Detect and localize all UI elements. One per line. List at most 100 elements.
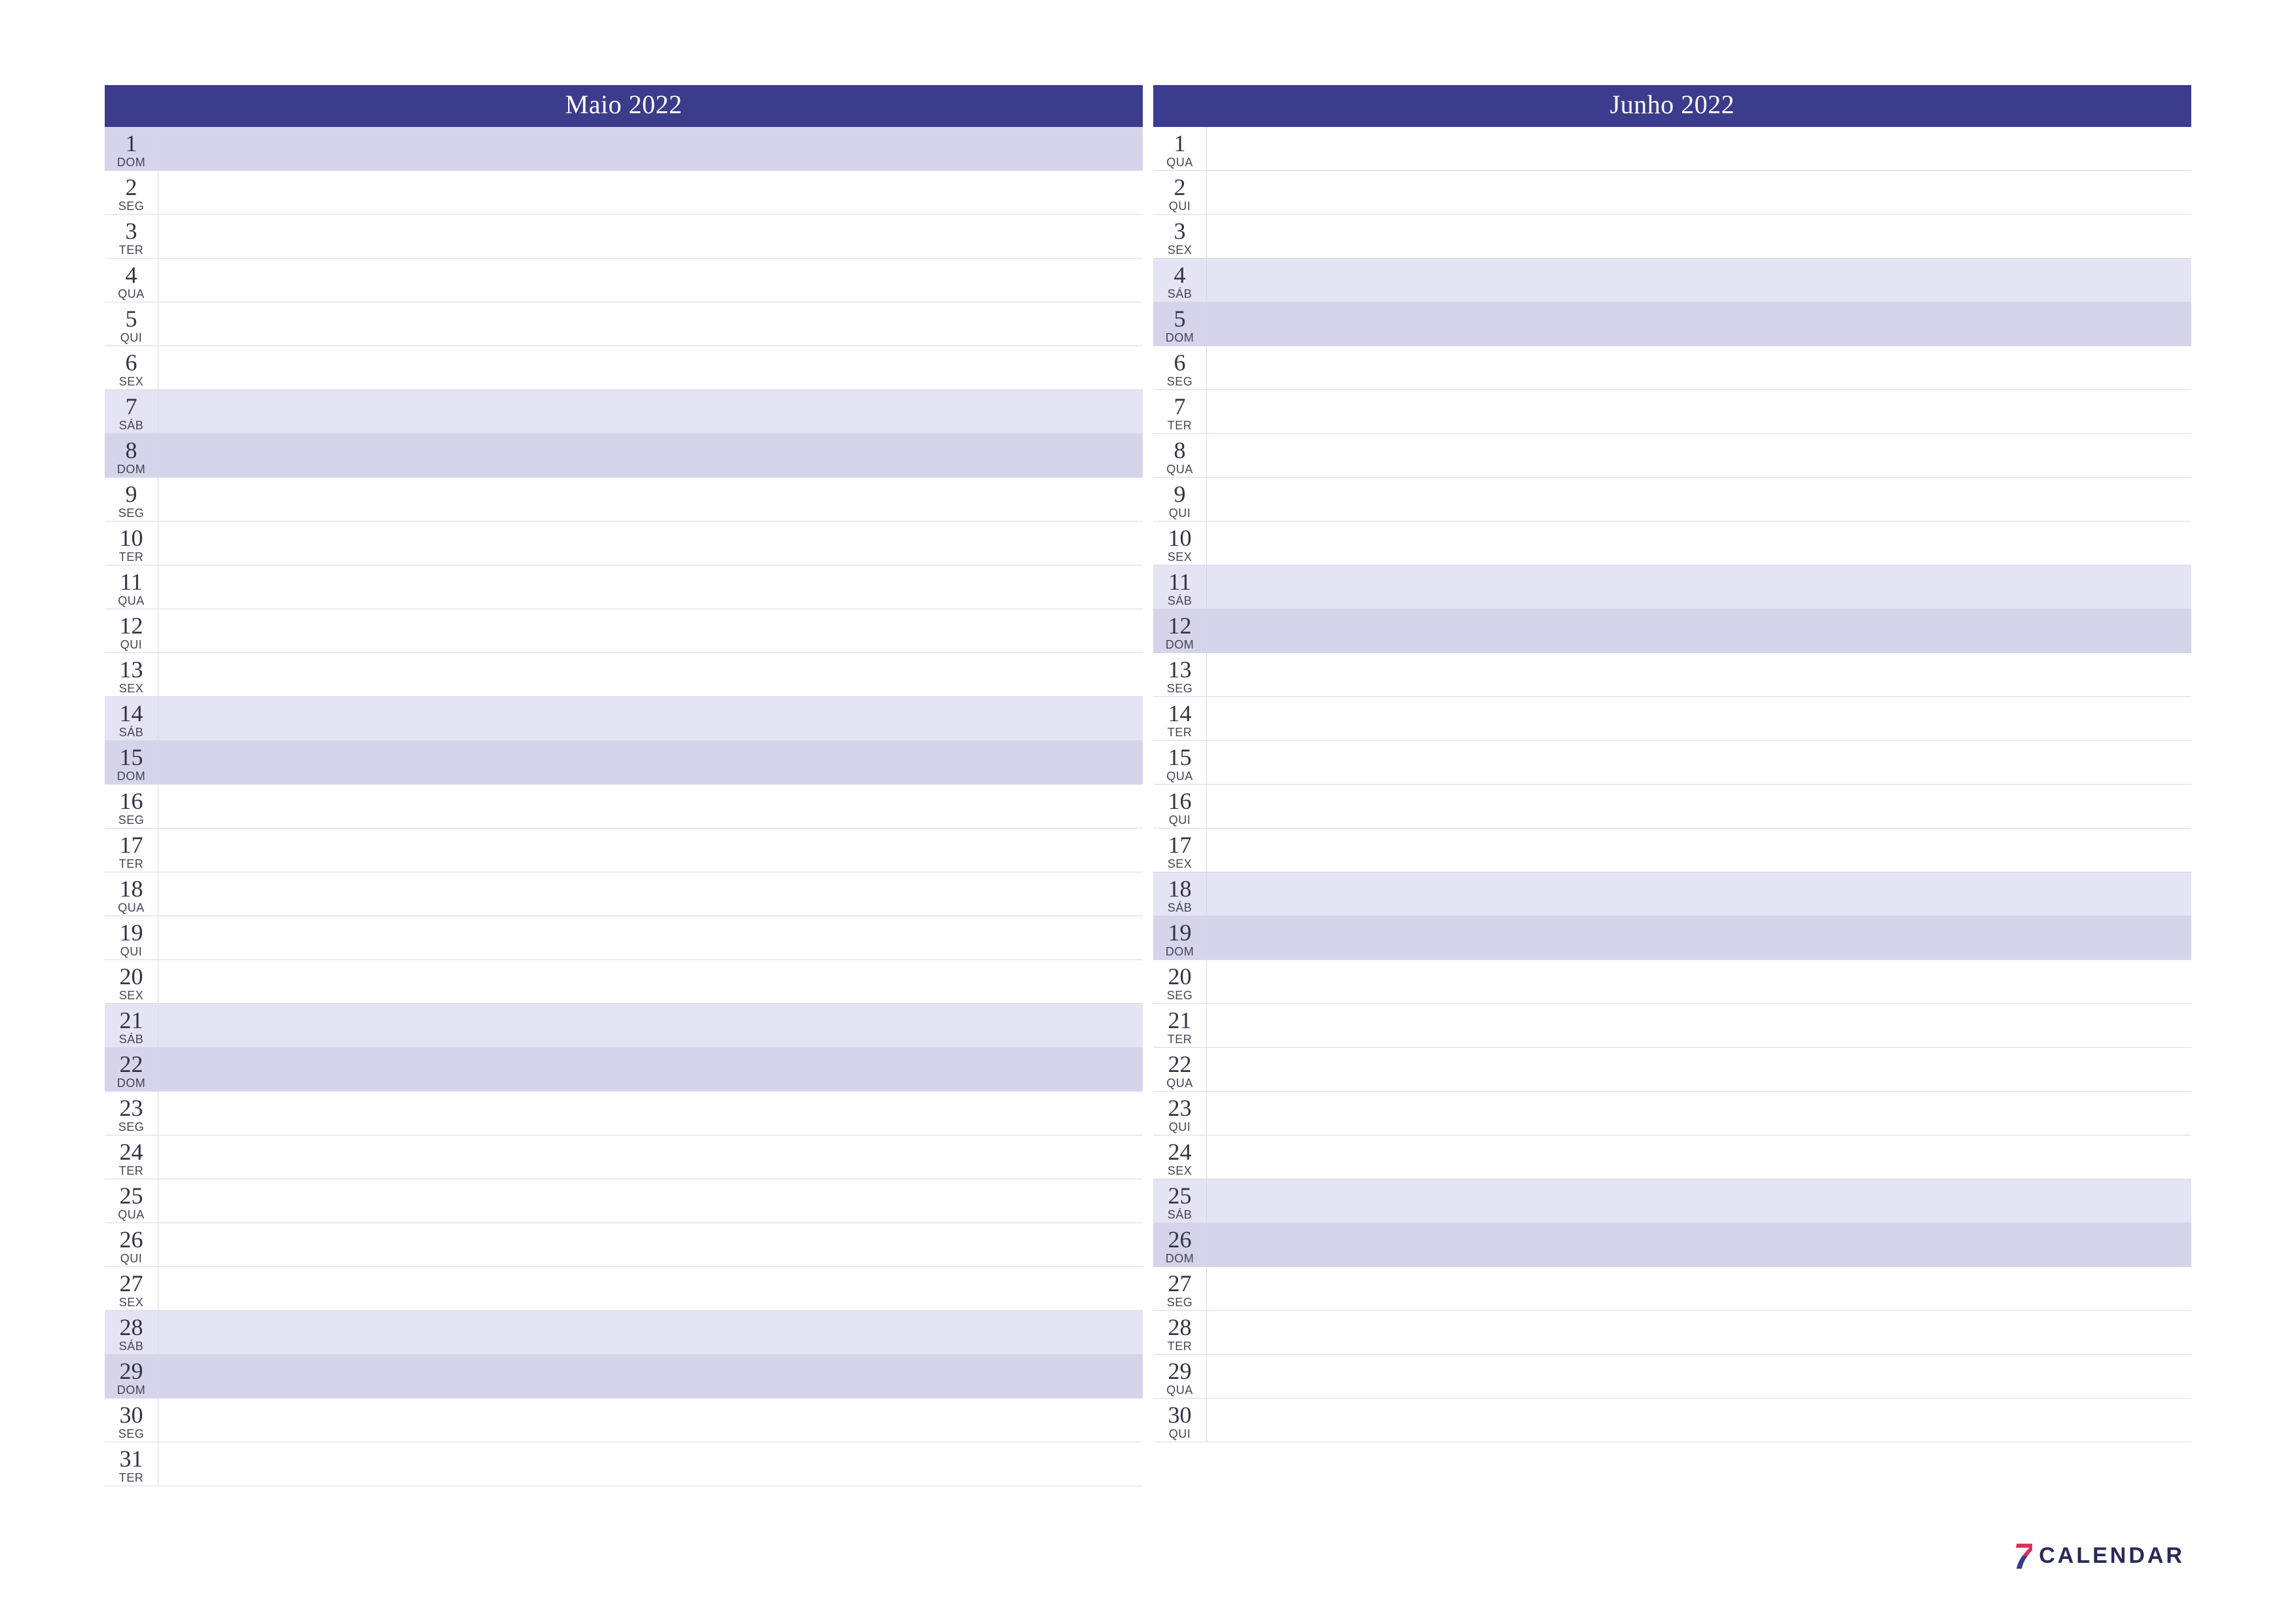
day-abbr: SEX	[1168, 1165, 1193, 1177]
note-cell	[158, 171, 1143, 214]
day-row: 1QUA	[1153, 127, 2191, 171]
day-cell: 11SÁB	[1153, 565, 1207, 609]
note-cell	[158, 390, 1143, 433]
day-cell: 13SEX	[105, 653, 158, 696]
note-cell	[1207, 1399, 2191, 1442]
day-abbr: SEX	[1168, 858, 1193, 870]
day-abbr: SEX	[119, 683, 144, 694]
month-header: Junho 2022	[1153, 85, 2191, 127]
day-number: 29	[120, 1359, 143, 1383]
day-cell: 22DOM	[105, 1048, 158, 1091]
note-cell	[1207, 1311, 2191, 1354]
day-row: 22DOM	[105, 1048, 1143, 1092]
day-cell: 16QUI	[1153, 785, 1207, 828]
note-cell	[1207, 697, 2191, 740]
day-abbr: DOM	[117, 1077, 146, 1089]
day-row: 12DOM	[1153, 609, 2191, 653]
day-cell: 18SÁB	[1153, 872, 1207, 916]
day-number: 7	[1174, 395, 1186, 418]
day-abbr: TER	[1168, 1340, 1193, 1352]
day-cell: 4SÁB	[1153, 259, 1207, 302]
day-row: 20SEG	[1153, 960, 2191, 1004]
note-cell	[1207, 522, 2191, 565]
note-cell	[1207, 302, 2191, 346]
day-row: 4QUA	[105, 259, 1143, 302]
day-cell: 12QUI	[105, 609, 158, 652]
note-cell	[158, 653, 1143, 696]
day-number: 25	[120, 1184, 143, 1207]
day-cell: 26QUI	[105, 1223, 158, 1266]
day-abbr: TER	[119, 858, 144, 870]
day-cell: 5QUI	[105, 302, 158, 346]
day-cell: 14TER	[1153, 697, 1207, 740]
note-cell	[158, 916, 1143, 959]
day-cell: 1QUA	[1153, 127, 1207, 170]
day-abbr: SÁB	[1168, 1209, 1193, 1221]
day-abbr: SEG	[1167, 1296, 1193, 1308]
note-cell	[158, 697, 1143, 740]
day-number: 12	[1168, 614, 1192, 637]
day-row: 9QUI	[1153, 478, 2191, 522]
day-number: 14	[120, 702, 143, 725]
note-cell	[1207, 346, 2191, 389]
day-number: 30	[1168, 1403, 1192, 1427]
day-row: 1DOM	[105, 127, 1143, 171]
day-abbr: QUI	[120, 332, 143, 344]
note-cell	[158, 478, 1143, 521]
day-abbr: QUA	[1166, 156, 1193, 168]
day-rows: 1DOM2SEG3TER4QUA5QUI6SEX7SÁB8DOM9SEG10TE…	[105, 127, 1143, 1486]
day-number: 1	[1174, 132, 1186, 155]
day-number: 18	[1168, 877, 1192, 901]
day-cell: 23SEG	[105, 1092, 158, 1135]
logo-mark-icon: 7	[2013, 1535, 2032, 1577]
day-number: 10	[120, 526, 143, 550]
day-abbr: SEX	[119, 990, 144, 1001]
note-cell	[1207, 872, 2191, 916]
day-abbr: QUI	[1169, 200, 1191, 212]
day-row: 3TER	[105, 215, 1143, 259]
day-row: 3SEX	[1153, 215, 2191, 259]
day-abbr: QUI	[1169, 507, 1191, 519]
day-number: 15	[120, 745, 143, 769]
day-cell: 8DOM	[105, 434, 158, 477]
note-cell	[1207, 215, 2191, 258]
day-row: 12QUI	[105, 609, 1143, 653]
note-cell	[158, 829, 1143, 872]
day-abbr: DOM	[117, 156, 146, 168]
day-abbr: TER	[119, 551, 144, 563]
note-cell	[158, 1355, 1143, 1398]
day-cell: 5DOM	[1153, 302, 1207, 346]
note-cell	[158, 1311, 1143, 1354]
note-cell	[158, 609, 1143, 652]
note-cell	[158, 785, 1143, 828]
note-cell	[158, 434, 1143, 477]
day-cell: 15DOM	[105, 741, 158, 784]
day-row: 15QUA	[1153, 741, 2191, 785]
day-cell: 23QUI	[1153, 1092, 1207, 1135]
day-abbr: SÁB	[119, 1340, 144, 1352]
note-cell	[1207, 1135, 2191, 1179]
day-cell: 27SEX	[105, 1267, 158, 1310]
day-abbr: QUA	[1166, 463, 1193, 475]
day-number: 8	[1174, 438, 1186, 462]
day-row: 27SEX	[105, 1267, 1143, 1311]
day-abbr: SÁB	[119, 419, 144, 431]
day-number: 15	[1168, 745, 1192, 769]
day-row: 23SEG	[105, 1092, 1143, 1135]
day-row: 19DOM	[1153, 916, 2191, 960]
day-number: 26	[120, 1228, 143, 1251]
day-abbr: SÁB	[119, 726, 144, 738]
note-cell	[158, 741, 1143, 784]
day-abbr: SÁB	[119, 1033, 144, 1045]
day-cell: 10TER	[105, 522, 158, 565]
day-row: 24SEX	[1153, 1135, 2191, 1179]
day-row: 23QUI	[1153, 1092, 2191, 1135]
day-number: 4	[126, 263, 137, 287]
note-cell	[1207, 653, 2191, 696]
note-cell	[158, 1267, 1143, 1310]
day-cell: 4QUA	[105, 259, 158, 302]
note-cell	[1207, 609, 2191, 652]
note-cell	[158, 302, 1143, 346]
note-cell	[1207, 171, 2191, 214]
day-cell: 25SÁB	[1153, 1179, 1207, 1222]
